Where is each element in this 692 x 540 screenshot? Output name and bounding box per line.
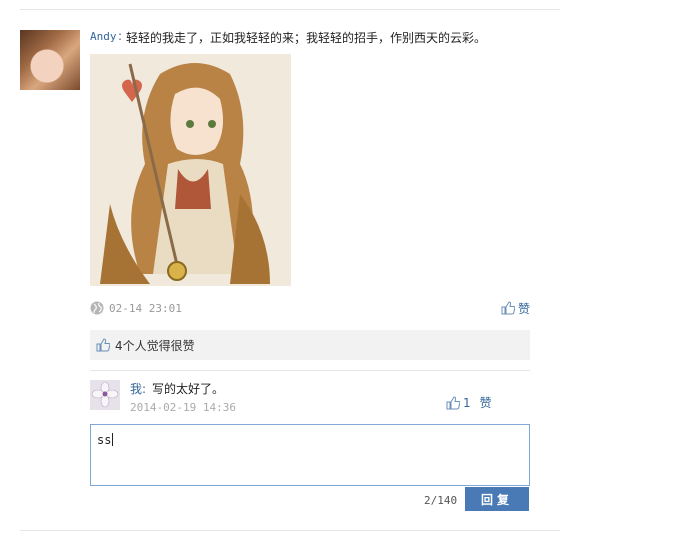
reply-author[interactable]: 我: xyxy=(130,380,146,397)
post-author[interactable]: Andy xyxy=(90,30,117,43)
reply-like-button[interactable]: 1 赞 xyxy=(446,394,492,411)
top-divider xyxy=(20,9,560,10)
anime-illustration xyxy=(90,54,291,286)
reply-textarea[interactable]: ss xyxy=(90,424,530,486)
reply-like-count: 1 xyxy=(463,395,471,410)
text-caret xyxy=(112,433,114,446)
reply-like-label[interactable]: 赞 xyxy=(480,394,492,411)
thumbs-up-icon xyxy=(501,301,515,315)
post-image[interactable] xyxy=(90,54,291,286)
like-label[interactable]: 赞 xyxy=(518,300,530,317)
reply-avatar[interactable] xyxy=(90,380,120,410)
like-button[interactable]: 赞 xyxy=(501,300,530,316)
post-author-colon: : xyxy=(118,29,123,43)
post-text: 轻轻的我走了，正如我轻轻的来；我轻轻的招手，作别西天的云彩。 xyxy=(126,31,487,45)
reply-time: 2014-02-19 14:36 xyxy=(130,401,236,414)
thumbs-up-icon xyxy=(96,338,110,352)
post-time: 02-14 23:01 xyxy=(109,302,182,315)
reply-textarea-value: ss xyxy=(97,433,112,447)
reply-divider xyxy=(90,370,530,371)
flower-avatar-image xyxy=(90,380,120,410)
author-avatar[interactable] xyxy=(20,30,80,90)
char-counter: 2/140 xyxy=(424,494,458,507)
post-meta: 02-14 23:01 赞 xyxy=(90,300,530,318)
reply-text: 写的太好了。 xyxy=(152,382,225,396)
likes-summary: 4个人觉得很赞 xyxy=(90,330,530,360)
likes-summary-text[interactable]: 4个人觉得很赞 xyxy=(115,337,195,354)
globe-icon xyxy=(90,301,104,315)
reply-submit-button[interactable]: 回复 xyxy=(465,487,529,511)
bottom-divider xyxy=(20,530,560,531)
thumbs-up-icon xyxy=(446,395,460,409)
